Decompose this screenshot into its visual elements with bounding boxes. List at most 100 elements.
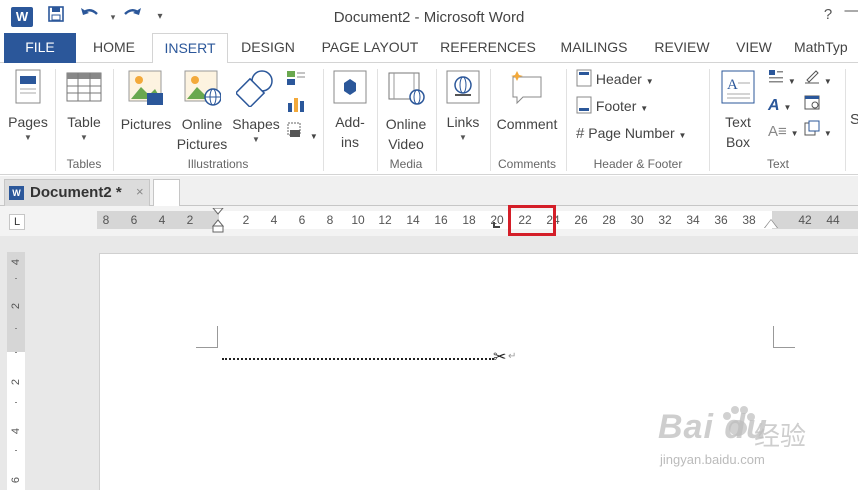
ruler-tick: 12 — [378, 213, 392, 227]
chevron-down-icon: ▼ — [823, 77, 832, 86]
chevron-down-icon: ▼ — [252, 135, 260, 144]
ruler-tick: 14 — [406, 213, 420, 227]
tab-design[interactable]: DESIGN — [236, 33, 300, 63]
scissors-icon: ✂ — [493, 349, 507, 366]
quick-parts-icon — [769, 70, 783, 83]
group-label-text: Text — [766, 157, 789, 171]
comment-icon — [494, 69, 560, 112]
object-icon — [804, 120, 820, 136]
screenshot-button[interactable]: ▼ — [286, 121, 318, 143]
right-indent-marker[interactable] — [765, 220, 777, 228]
link-icon — [441, 69, 485, 110]
comment-button[interactable]: Comment — [494, 69, 560, 134]
quick-parts-button[interactable]: ▼ — [768, 68, 796, 90]
store-icon — [328, 69, 372, 110]
vertical-ruler-mark — [15, 278, 17, 279]
help-button[interactable]: ? — [818, 6, 838, 23]
vertical-ruler-mark — [15, 402, 17, 403]
smartart-button[interactable] — [286, 69, 306, 91]
chevron-down-icon: ▼ — [678, 131, 687, 140]
calendar-icon — [804, 95, 820, 110]
pages-icon — [6, 69, 50, 110]
tab-insert[interactable]: INSERT — [152, 33, 228, 64]
online-video-icon — [382, 69, 430, 112]
highlight-box — [508, 205, 556, 236]
vertical-ruler[interactable]: 4 2 2 4 6 — [7, 252, 25, 490]
online-pictures-button[interactable]: Online Pictures — [176, 69, 228, 154]
tab-references[interactable]: REFERENCES — [440, 33, 536, 63]
text-box-icon: A — [716, 69, 760, 110]
drop-cap-icon: A≡ — [768, 123, 787, 140]
divider — [323, 69, 324, 171]
chart-button[interactable] — [286, 95, 306, 117]
watermark-url: jingyan.baidu.com — [660, 452, 765, 467]
chevron-down-icon: ▼ — [309, 132, 318, 141]
hash-icon: # — [576, 125, 585, 142]
ruler-tick: 6 — [130, 213, 138, 227]
date-time-button[interactable] — [804, 94, 820, 116]
tab-file[interactable]: FILE — [4, 33, 76, 63]
footer-button[interactable]: Footer ▼ — [576, 95, 648, 117]
watermark-cn: 经验 — [754, 421, 807, 451]
close-icon[interactable]: × — [136, 184, 144, 199]
add-ins-button[interactable]: Add- ins — [328, 69, 372, 152]
links-button[interactable]: Links ▼ — [441, 69, 485, 144]
chevron-down-icon: ▼ — [787, 77, 796, 86]
ruler-tick: 6 — [298, 213, 306, 227]
shapes-button[interactable]: Shapes ▼ — [230, 69, 282, 146]
vertical-ruler-tick: 4 — [10, 258, 22, 266]
ruler-tick: 30 — [630, 213, 644, 227]
tab-home[interactable]: HOME — [84, 33, 144, 63]
group-label-comments: Comments — [497, 157, 556, 171]
wordart-icon: A — [768, 97, 780, 114]
symbols-button[interactable]: S — [850, 109, 858, 131]
ruler-tick: 8 — [326, 213, 334, 227]
online-pictures-icon — [176, 69, 228, 112]
group-label-header-footer: Header & Footer — [593, 157, 683, 171]
header-button[interactable]: Header ▼ — [576, 68, 654, 90]
pictures-button[interactable]: Pictures — [118, 69, 174, 134]
ruler-tick: 38 — [742, 213, 756, 227]
divider — [55, 69, 56, 171]
drop-cap-button[interactable]: A≡ ▼ — [768, 120, 799, 142]
tab-page-layout[interactable]: PAGE LAYOUT — [316, 33, 424, 63]
ruler-tick: 4 — [158, 213, 166, 227]
tab-review[interactable]: REVIEW — [650, 33, 714, 63]
ruler-tick: 2 — [186, 213, 194, 227]
signature-line-button[interactable]: ▼ — [804, 68, 832, 90]
page-number-button[interactable]: # Page Number ▼ — [576, 122, 686, 144]
ruler-tick: 2 — [242, 213, 250, 227]
ruler-tick: 18 — [462, 213, 476, 227]
indent-markers[interactable] — [211, 207, 225, 233]
table-icon — [62, 69, 106, 110]
document-tab[interactable]: W Document2 * × — [4, 179, 150, 206]
table-button[interactable]: Table ▼ — [62, 69, 106, 144]
document-tab-bar: W Document2 * × — [0, 176, 858, 206]
object-button[interactable]: ▼ — [804, 120, 832, 142]
tab-selector[interactable]: L — [9, 214, 25, 230]
pictures-icon — [118, 69, 174, 112]
tab-mailings[interactable]: MAILINGS — [554, 33, 634, 63]
text-box-button[interactable]: A Text Box — [716, 69, 760, 152]
chevron-down-icon: ▼ — [24, 133, 32, 142]
ruler-tick: 28 — [602, 213, 616, 227]
title-bar: W ▾ ▾ Document2 - Microsoft Word ? — — [0, 0, 858, 33]
svg-text:A: A — [727, 77, 738, 93]
ruler-tick: 36 — [714, 213, 728, 227]
horizontal-ruler[interactable]: 8 6 4 2 2 4 6 8 10 12 14 16 18 20 22 24 26 28 30 32 34 36 38 42… — [97, 207, 858, 233]
vertical-ruler-tick: 2 — [10, 302, 22, 310]
divider — [566, 69, 567, 171]
new-document-tab[interactable] — [153, 179, 180, 206]
chevron-down-icon: ▼ — [640, 104, 649, 113]
tab-view[interactable]: VIEW — [730, 33, 778, 63]
wordart-button[interactable]: A ▼ — [768, 94, 791, 116]
minimize-button[interactable]: — — [842, 2, 858, 19]
ribbon-tabs: FILE HOME INSERT DESIGN PAGE LAYOUT REFE… — [0, 33, 858, 64]
online-video-button[interactable]: Online Video — [382, 69, 430, 154]
footer-icon — [576, 96, 592, 114]
document-tab-title: Document2 * — [30, 184, 122, 201]
baidu-watermark: Bai du 经验 jingyan.baidu.com — [652, 400, 852, 480]
pages-button[interactable]: Pages ▼ — [6, 69, 50, 144]
tab-mathtype[interactable]: MathTyp — [794, 33, 858, 63]
left-tab-stop[interactable] — [493, 222, 500, 228]
